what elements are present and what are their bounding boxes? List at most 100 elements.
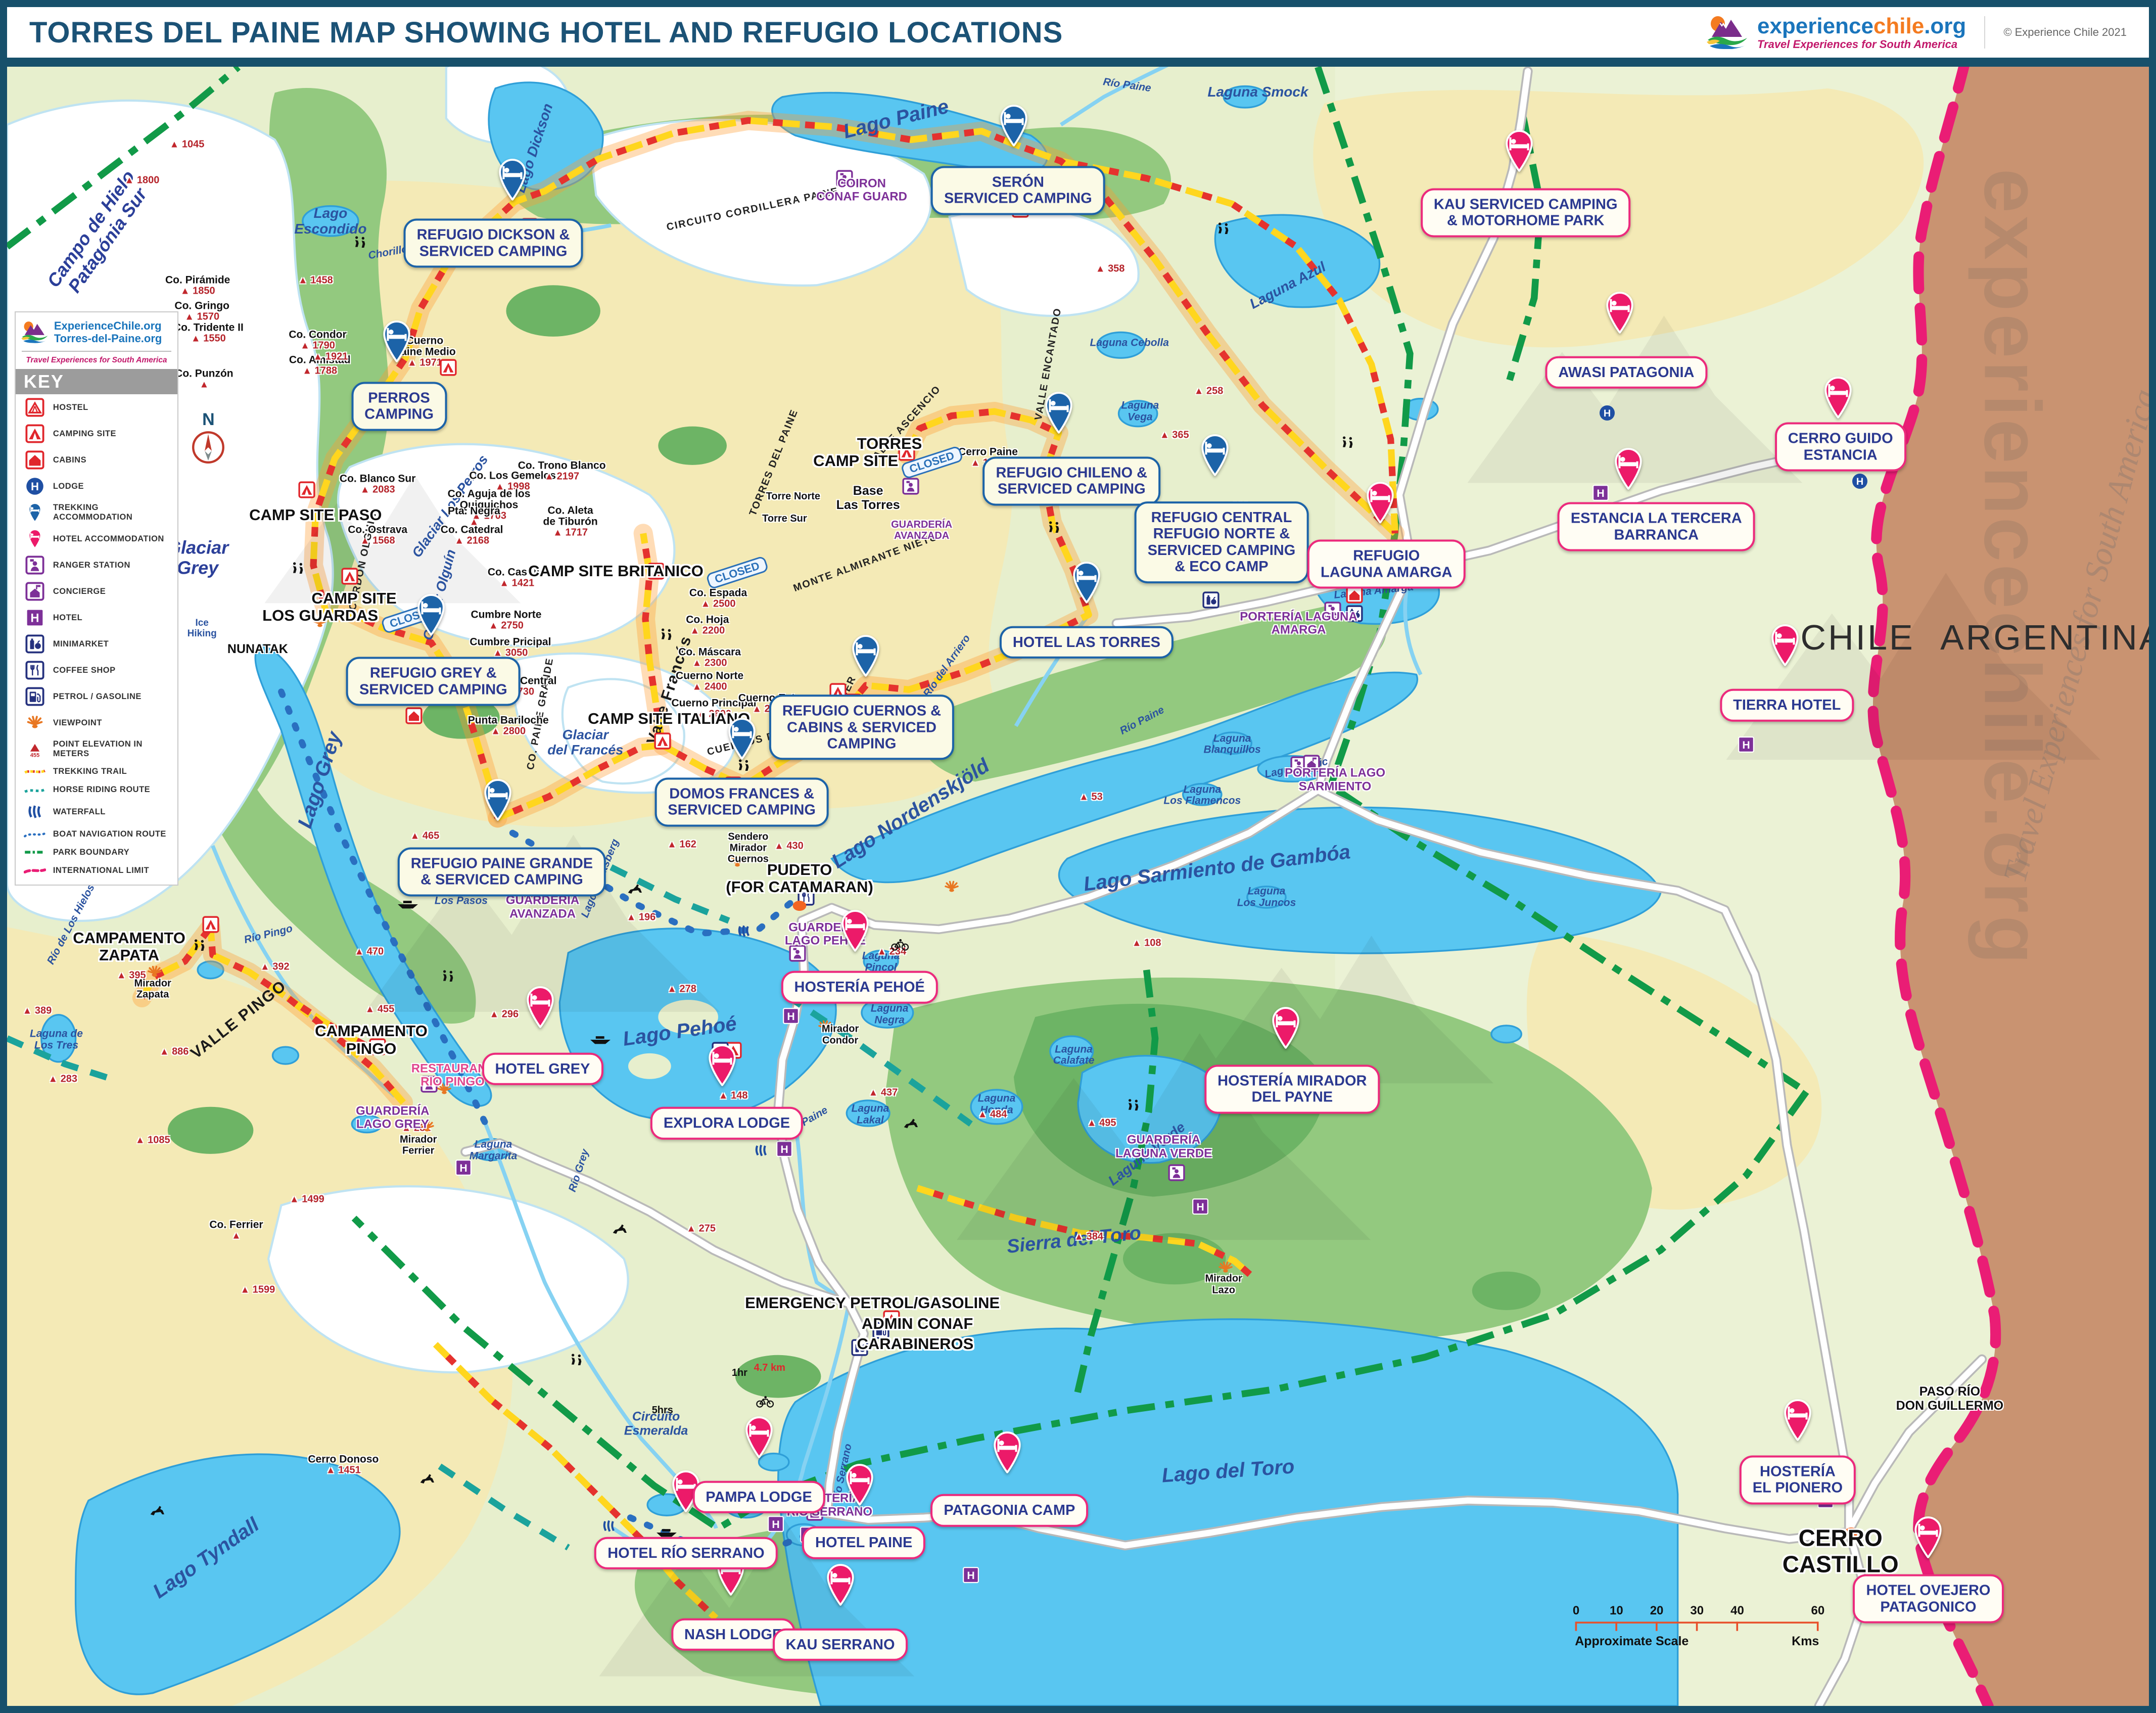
hotel-pin-kau-serrano[interactable]: [824, 1564, 857, 1606]
guard-label-guarder-a-avanzada: GUARDERÍA AVANZADA: [891, 519, 952, 541]
elevation-point-470: ▲ 470: [354, 946, 384, 957]
place-chile: CHILE: [1801, 618, 1915, 657]
svg-text:H: H: [781, 1143, 788, 1155]
hotelH-icon: H: [1592, 484, 1609, 501]
label-kau-serrano[interactable]: KAU SERRANO: [773, 1629, 908, 1661]
label-refugio-paine-grande-serviced-camping[interactable]: REFUGIO PAINE GRANDE & SERVICED CAMPING: [398, 847, 606, 896]
petrol-icon: [24, 687, 46, 706]
bed-icon: [1604, 291, 1636, 333]
mountain-co-espada: Co. Espada▲ 2500: [689, 587, 747, 609]
elevation-point-1045: ▲ 1045: [170, 139, 205, 151]
bed-icon: [1503, 130, 1535, 172]
label-hoster-a-el-pionero[interactable]: HOSTERÍA EL PIONERO: [1740, 1456, 1856, 1505]
trekking-pin-refugio-cuernos-cabins-serviced-camping[interactable]: [850, 634, 882, 676]
hotel-pin-hoster-a-peho[interactable]: [839, 910, 871, 952]
hotel-pin-awasi-patagonia[interactable]: [1604, 291, 1636, 333]
camp-label-camp-site-britanico: CAMP SITE BRITANICOCLOSED: [528, 563, 771, 583]
label-refugio-grey-serviced-camping[interactable]: REFUGIO GREY & SERVICED CAMPING: [346, 657, 521, 706]
hotel-pin-patagonia-camp[interactable]: [991, 1431, 1023, 1473]
hotel-pin-hoster-a-mirador-del-payne[interactable]: [1270, 1006, 1302, 1048]
label-refugio-cuernos-cabins-serviced-camping[interactable]: REFUGIO CUERNOS & CABINS & SERVICED CAMP…: [769, 695, 954, 760]
label-refugio-laguna-amarga[interactable]: REFUGIO LAGUNA AMARGA: [1307, 540, 1465, 589]
place-mirador-zapata: Mirador Zapata: [134, 978, 171, 1000]
scale-tick-20: 20: [1650, 1604, 1664, 1618]
label-kau-serviced-camping-motorhome-park[interactable]: KAU SERVICED CAMPING & MOTORHOME PARK: [1421, 188, 1631, 237]
mountain-co-condor: Co. Condor▲ 1790: [289, 329, 346, 351]
trail-icon: [24, 766, 46, 777]
trekking-pin-refugio-paine-grande-serviced-camping[interactable]: [482, 779, 514, 821]
label-hotel-ovejero-patagonico[interactable]: HOTEL OVEJERO PATAGONICO: [1853, 1575, 2003, 1624]
hotel-pin-hotel-paine[interactable]: [843, 1463, 876, 1505]
place-sendero-mirador-cuernos: Sendero Mirador Cuernos: [728, 831, 769, 865]
trekking-pin-perros-camping[interactable]: [381, 320, 413, 362]
mountain-co-aleta-de-tibur-n: Co. Aleta de Tiburón▲ 1717: [543, 505, 598, 538]
hotel-pin-hotel-grey[interactable]: [524, 986, 556, 1028]
scale-bar: 01020304060 Approximate Scale Kms: [1575, 1604, 1819, 1649]
hotel-pin-refugio-laguna-amarga[interactable]: [1364, 482, 1396, 524]
key-item-label: BOAT NAVIGATION ROUTE: [53, 829, 166, 839]
label-ser-n-serviced-camping[interactable]: SERÓN SERVICED CAMPING: [931, 166, 1105, 215]
svg-text:H: H: [31, 480, 39, 493]
label-hotel-grey[interactable]: HOTEL GREY: [482, 1052, 603, 1085]
hotel-pin-kau-serviced-camping-motorhome-park[interactable]: [1503, 130, 1535, 172]
hotel-pin-tierra-hotel[interactable]: [1769, 624, 1801, 666]
label-hoster-a-mirador-del-payne[interactable]: HOSTERÍA MIRADOR DEL PAYNE: [1204, 1064, 1380, 1114]
label-explora-lodge[interactable]: EXPLORA LODGE: [650, 1107, 803, 1139]
trekking-pin-domos-frances-serviced-camping[interactable]: [726, 718, 758, 760]
label-perros-camping[interactable]: PERROS CAMPING: [351, 382, 447, 431]
label-hotel-paine[interactable]: HOTEL PAINE: [802, 1526, 925, 1559]
scale-unit: Kms: [1792, 1634, 1819, 1649]
mountain-co-blanco-sur: Co. Blanco Sur▲ 2083: [340, 474, 416, 495]
hostel-icon: [24, 398, 46, 417]
label-refugio-central-refugio-norte-serviced-camping-eco-camp[interactable]: REFUGIO CENTRAL REFUGIO NORTE & SERVICED…: [1135, 501, 1309, 583]
horse-icon: [415, 1472, 439, 1485]
hotel-pin-pampa-lodge[interactable]: [743, 1416, 775, 1458]
trekking-pin-refugio-grey-serviced-camping[interactable]: [415, 593, 447, 635]
mountain-punta-bariloche: Punta Bariloche▲ 2800: [468, 715, 549, 736]
key-item-label: COFFEE SHOP: [53, 666, 116, 675]
hotel-pin-hoster-a-el-pionero[interactable]: [1782, 1399, 1814, 1441]
label-hotel-las-torres[interactable]: HOTEL LAS TORRES: [1000, 626, 1174, 659]
waterfall-icon: [600, 1517, 618, 1535]
hotel-pin-cerro-guido-estancia[interactable]: [1822, 376, 1854, 418]
label-patagonia-camp[interactable]: PATAGONIA CAMP: [930, 1494, 1088, 1526]
label-pampa-lodge[interactable]: PAMPA LODGE: [692, 1480, 825, 1513]
key-item-label: WATERFALL: [53, 807, 106, 817]
ranger-icon: [1168, 1164, 1185, 1181]
trekking-pin-refugio-central-refugio-norte-serviced-camping-eco-camp[interactable]: [1199, 434, 1231, 476]
trekking-pin-ser-n-serviced-camping[interactable]: [998, 105, 1030, 147]
page: TORRES DEL PAINE MAP SHOWING HOTEL AND R…: [0, 0, 2156, 1713]
guard-label-porter-a-lago-sarmiento: PORTERÍA LAGO SARMIENTO: [1285, 767, 1385, 794]
trekking-pin-refugio-chileno-serviced-camping[interactable]: [1043, 392, 1075, 434]
elevation-point-1921: ▲ 1921: [313, 351, 348, 363]
label-hotel-r-o-serrano[interactable]: HOTEL RÍO SERRANO: [594, 1537, 777, 1569]
hotel-pin-hotel-ovejero-patagonico[interactable]: [1912, 1516, 1944, 1558]
label-cerro-guido-estancia[interactable]: CERRO GUIDO ESTANCIA: [1775, 423, 1906, 472]
water-label-laguna-cebolla: Laguna Cebolla: [1090, 338, 1169, 349]
label-refugio-dickson-serviced-camping[interactable]: REFUGIO DICKSON & SERVICED CAMPING: [404, 219, 583, 268]
mountain-co-gringo: Co. Gringo▲ 1570: [174, 300, 229, 322]
experiencechile-logo[interactable]: experiencechile.org Travel Experiences f…: [1706, 15, 1966, 50]
map-canvas[interactable]: experiencechile.org Travel Experiences f…: [7, 7, 2149, 1706]
hotelH-icon: H: [767, 1515, 784, 1533]
key-item-label: MINIMARKET: [53, 639, 109, 649]
hotel-pin-explora-lodge[interactable]: [706, 1044, 738, 1086]
trekking-pin-refugio-dickson-serviced-camping[interactable]: [496, 159, 529, 201]
hotel-pin-estancia-la-tercera-barranca[interactable]: [1612, 447, 1645, 489]
elevation-point-484: ▲ 484: [978, 1109, 1007, 1121]
label-refugio-chileno-serviced-camping[interactable]: REFUGIO CHILENO & SERVICED CAMPING: [982, 456, 1160, 505]
label-tierra-hotel[interactable]: TIERRA HOTEL: [1720, 689, 1854, 721]
bed-icon: [1270, 1006, 1302, 1048]
elevation-icon: 455: [24, 739, 46, 759]
logo-word-chile: chile: [1873, 14, 1924, 38]
key-item-coffee-shop: COFFEE SHOP: [16, 657, 177, 683]
label-awasi-patagonia[interactable]: AWASI PATAGONIA: [1545, 356, 1707, 388]
hikers-icon: [188, 939, 211, 951]
label-domos-frances-serviced-camping[interactable]: DOMOS FRANCES & SERVICED CAMPING: [654, 777, 829, 826]
label-estancia-la-tercera-barranca[interactable]: ESTANCIA LA TERCERA BARRANCA: [1558, 502, 1755, 551]
label-hoster-a-peho[interactable]: HOSTERÍA PEHOÉ: [781, 971, 938, 1003]
trekking-pin-hotel-las-torres[interactable]: [1070, 562, 1103, 604]
compass-north: N: [191, 410, 226, 468]
key-item-viewpoint: VIEWPOINT: [16, 710, 177, 736]
key-item-label: HORSE RIDING ROUTE: [53, 785, 150, 795]
